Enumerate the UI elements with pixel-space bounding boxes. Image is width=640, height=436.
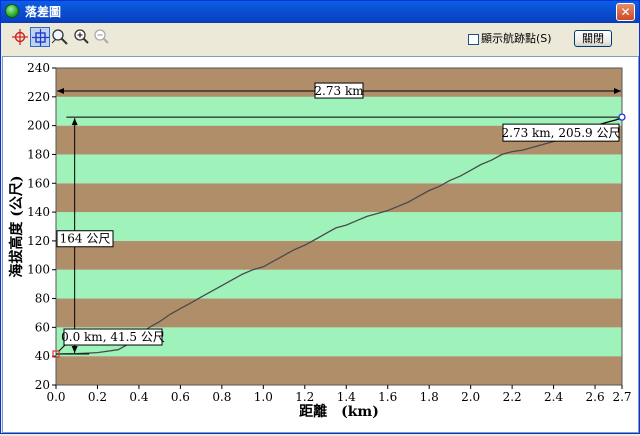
y-tick-label: 80: [35, 292, 50, 306]
y-tick-label: 180: [27, 147, 50, 161]
elevation-band: [56, 298, 622, 328]
x-tick-label: 2.2: [503, 390, 522, 404]
y-tick-label: 200: [27, 119, 50, 133]
x-tick-label: 1.0: [254, 390, 273, 404]
magnifier-hand-icon: [51, 29, 68, 45]
show-track-points-label[interactable]: 顯示航跡點(S): [481, 32, 552, 46]
show-track-points-checkbox[interactable]: [468, 34, 479, 45]
crosshair-red-tool[interactable]: [10, 27, 30, 47]
zoom-in-icon: [74, 29, 89, 44]
y-axis-label: 海拔高度 (公尺): [8, 175, 25, 277]
crosshair-blue-icon: [32, 29, 49, 46]
window-close-button[interactable]: ✕: [616, 3, 635, 21]
zoom-out-icon: [94, 29, 109, 44]
x-axis-label: 距離 (km): [299, 403, 379, 420]
elevation-profile-panel: 20 40 60 80 100 120 140 160 180 200 220 240 0.0 0.2 0.…: [2, 56, 639, 433]
close-button[interactable]: 關閉: [574, 30, 612, 47]
elevation-band: [56, 96, 622, 126]
elevation-gain-label: 164 公尺: [56, 230, 114, 248]
y-tick-label: 240: [27, 61, 50, 75]
window-title: 落差圖: [25, 5, 62, 19]
x-tick-label: 1.2: [295, 390, 314, 404]
y-tick-label: 140: [27, 205, 50, 219]
start-label-text: 0.0 km, 41.5 公尺: [61, 330, 165, 344]
elevation-gain-text: 164 公尺: [60, 232, 111, 246]
elevation-band: [56, 154, 622, 184]
title-bar[interactable]: 落差圖 ✕: [1, 1, 639, 23]
y-tick-label: 120: [27, 234, 50, 248]
x-tick-label: 2.7: [612, 390, 631, 404]
elevation-profile-chart[interactable]: 204060801001201401601802002202400.0 0.2 0.…: [3, 57, 638, 432]
end-point-label: 2.73 km, 205.9 公尺: [502, 123, 621, 142]
app-globe-icon: [5, 4, 19, 18]
x-tick-label: 2.4: [544, 390, 563, 404]
x-tick-label: 1.8: [420, 390, 439, 404]
y-tick-label: 220: [27, 90, 50, 104]
x-tick-label: 0.8: [212, 390, 231, 404]
x-tick-label: 2.6: [586, 390, 605, 404]
toolbar: 顯示航跡點(S) 關閉: [1, 23, 639, 53]
x-tick-label: 0.2: [88, 390, 107, 404]
elevation-band: [56, 356, 622, 385]
profile-window: 落差圖 ✕ 顯示航跡點(S) 關閉 20 40 60 80 100 120 14…: [0, 0, 640, 434]
crosshair-red-icon: [12, 29, 28, 45]
x-tick-label: 2.0: [461, 390, 480, 404]
crosshair-blue-tool[interactable]: [30, 27, 50, 47]
end-label-text: 2.73 km, 205.9 公尺: [502, 126, 621, 140]
y-tick-label: 160: [27, 176, 50, 190]
y-tick-label: 60: [35, 320, 50, 334]
elevation-band: [56, 240, 622, 270]
y-tick-label: 40: [35, 349, 50, 363]
x-tick-label: 0.0: [46, 390, 65, 404]
x-tick-label: 0.4: [129, 390, 148, 404]
zoom-in-tool[interactable]: [72, 27, 92, 47]
elevation-band: [56, 269, 622, 299]
x-tick-label: 1.4: [337, 390, 356, 404]
pan-zoom-tool[interactable]: [50, 27, 70, 47]
y-tick-label: 100: [27, 263, 50, 277]
elevation-band: [56, 183, 622, 213]
x-tick-label: 0.6: [171, 390, 190, 404]
total-distance-label: 2.73 km: [314, 82, 364, 99]
total-distance-text: 2.73 km: [314, 84, 364, 98]
start-point-label: 0.0 km, 41.5 公尺: [61, 328, 165, 346]
zoom-out-tool[interactable]: [92, 27, 112, 47]
x-tick-label: 1.6: [378, 390, 397, 404]
end-point-marker: [618, 113, 626, 121]
